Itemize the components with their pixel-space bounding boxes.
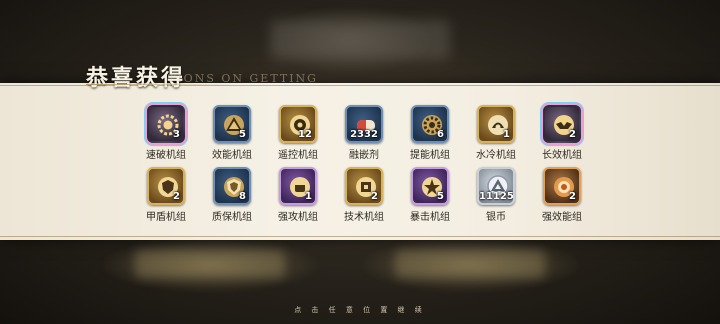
- reward-item-label: 长效机组: [542, 150, 582, 161]
- reward-item[interactable]: 6 提能机组: [404, 105, 460, 167]
- reward-item[interactable]: 12 遥控机组: [272, 105, 328, 167]
- reward-item-count: 6: [437, 129, 444, 140]
- reward-item-tile: 111250: [477, 167, 515, 205]
- reward-item-count: 111250: [479, 191, 514, 202]
- reward-item-label: 质保机组: [212, 212, 252, 223]
- reward-item-tile: 3: [147, 105, 185, 143]
- reward-item[interactable]: 1 强攻机组: [272, 167, 328, 229]
- reward-item-tile: 6: [411, 105, 449, 143]
- reward-item-count: 8: [239, 191, 246, 202]
- reward-item-tile: 1: [477, 105, 515, 143]
- reward-item-tile: 1: [279, 167, 317, 205]
- reward-item[interactable]: 2 长效机组: [536, 105, 592, 167]
- reward-item-label: 技术机组: [344, 212, 384, 223]
- reward-item-count: 3: [173, 129, 180, 140]
- reward-item-count: 1: [503, 129, 510, 140]
- reward-item-tile: 5: [213, 105, 251, 143]
- reward-item[interactable]: 111250 银币: [470, 167, 526, 229]
- reward-item-tile: 2: [543, 167, 581, 205]
- reward-item-label: 速破机组: [146, 150, 186, 161]
- reward-item[interactable]: 2 强效能组: [536, 167, 592, 229]
- reward-item-label: 提能机组: [410, 150, 450, 161]
- reward-item-count: 5: [239, 129, 246, 140]
- reward-item-tile: 8: [213, 167, 251, 205]
- reward-item[interactable]: 1 水冷机组: [470, 105, 526, 167]
- reward-item-tile: 5: [411, 167, 449, 205]
- reward-item-label: 暴击机组: [410, 212, 450, 223]
- reward-item[interactable]: 3 速破机组: [140, 105, 196, 167]
- reward-item-tile: 2: [147, 167, 185, 205]
- reward-item-count: 2: [173, 191, 180, 202]
- reward-item-count: 1: [305, 191, 312, 202]
- reward-item-count: 2: [569, 191, 576, 202]
- reward-item-tile: 12: [279, 105, 317, 143]
- reward-item-tile: 2: [543, 105, 581, 143]
- reward-item[interactable]: 2332 融嵌剂: [338, 105, 394, 167]
- reward-item-count: 2332: [350, 129, 378, 140]
- reward-item-label: 甲盾机组: [146, 212, 186, 223]
- reward-item[interactable]: 2 甲盾机组: [140, 167, 196, 229]
- reward-item-count: 2: [371, 191, 378, 202]
- reward-item-count: 12: [298, 129, 312, 140]
- reward-item-tile: 2332: [345, 105, 383, 143]
- reward-item[interactable]: 5 暴击机组: [404, 167, 460, 229]
- tap-to-continue-hint[interactable]: 点 击 任 意 位 置 继 续: [0, 305, 720, 315]
- reward-item[interactable]: 2 技术机组: [338, 167, 394, 229]
- reward-item-label: 强效能组: [542, 212, 582, 223]
- reward-item-label: 银币: [486, 212, 506, 223]
- reward-item-label: 水冷机组: [476, 150, 516, 161]
- reward-item-tile: 2: [345, 167, 383, 205]
- reward-item-label: 效能机组: [212, 150, 252, 161]
- reward-item-count: 2: [569, 129, 576, 140]
- reward-item-count: 5: [437, 191, 444, 202]
- reward-item-label: 强攻机组: [278, 212, 318, 223]
- reward-item[interactable]: 5 效能机组: [206, 105, 262, 167]
- reward-grid: 3 速破机组 5 效能机组 12 遥控机组 2332 融嵌剂 6 提能机组 1 …: [0, 0, 720, 324]
- reward-item-label: 融嵌剂: [349, 150, 379, 161]
- reward-item[interactable]: 8 质保机组: [206, 167, 262, 229]
- reward-item-label: 遥控机组: [278, 150, 318, 161]
